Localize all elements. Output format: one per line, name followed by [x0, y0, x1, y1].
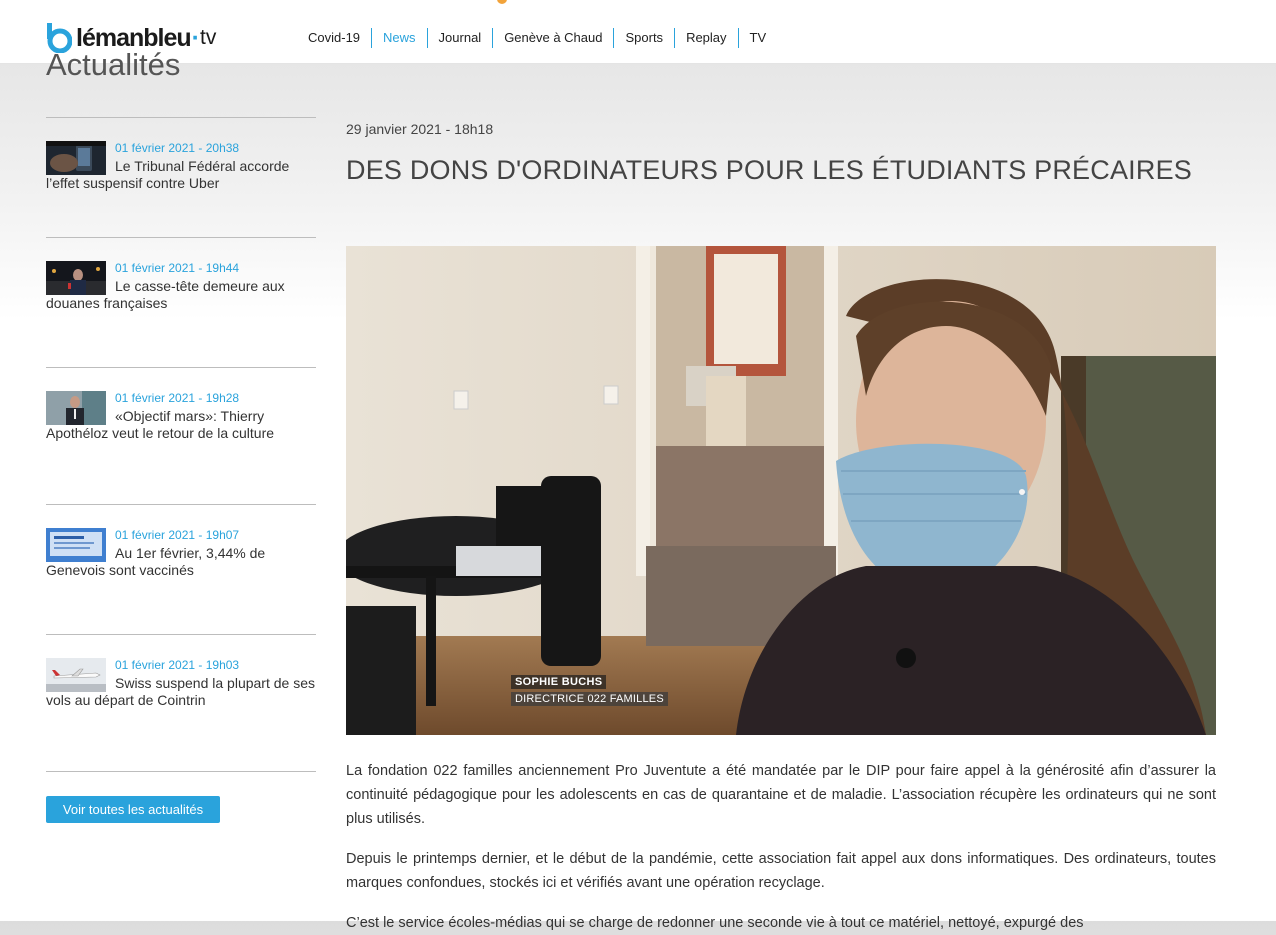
news-date: 01 février 2021 - 19h03 [115, 658, 240, 672]
lower-third-name: SOPHIE BUCHS [511, 675, 607, 689]
news-date: 01 février 2021 - 19h44 [115, 261, 240, 275]
news-title[interactable]: Au 1er février, 3,44% de Genevois sont v… [46, 545, 316, 579]
nav-item-news[interactable]: News [371, 28, 427, 48]
logo-dot: · [191, 23, 200, 52]
article-paragraph: La fondation 022 familles anciennement P… [346, 763, 1216, 827]
news-date: 01 février 2021 - 20h38 [115, 141, 240, 155]
article-video[interactable]: SOPHIE BUCHS DIRECTRICE 022 FAMILLES [346, 246, 1216, 735]
video-lower-third: SOPHIE BUCHS DIRECTRICE 022 FAMILLES [511, 672, 668, 706]
lower-third-role: DIRECTRICE 022 FAMILLES [511, 692, 668, 706]
nav-item-geneve-a-chaud[interactable]: Genève à Chaud [492, 28, 613, 48]
main-nav: Covid-19 News Journal Genève à Chaud Spo… [297, 27, 777, 49]
sidebar-divider [46, 771, 316, 773]
logo-suffix: tv [199, 26, 217, 49]
news-list-item[interactable]: 01 février 2021 - 19h07 Au 1er février, … [46, 504, 316, 635]
news-list-item[interactable]: 01 février 2021 - 19h03 Swiss suspend la… [46, 634, 316, 772]
nav-item-tv[interactable]: TV [737, 28, 778, 48]
news-title[interactable]: Le Tribunal Fédéral accorde l’effet susp… [46, 158, 316, 192]
nav-item-journal[interactable]: Journal [426, 28, 493, 48]
article-paragraph: Depuis le printemps dernier, et le début… [346, 851, 1216, 891]
sidebar-title: Actualités [46, 47, 181, 82]
news-title[interactable]: Le casse-tête demeure aux douanes frança… [46, 278, 316, 312]
nav-item-covid[interactable]: Covid-19 [297, 28, 371, 48]
orange-accent-dot [497, 0, 507, 4]
news-date: 01 février 2021 - 19h07 [115, 528, 240, 542]
see-all-news-button[interactable]: Voir toutes les actualités [46, 796, 220, 823]
article-date: 29 janvier 2021 - 18h18 [346, 121, 494, 137]
nav-item-replay[interactable]: Replay [674, 28, 737, 48]
news-list-item[interactable]: 01 février 2021 - 20h38 Le Tribunal Fédé… [46, 117, 316, 238]
site-header: lémanbleu · tv Covid-19 News Journal Genèv… [0, 12, 1276, 64]
news-title[interactable]: «Objectif mars»: Thierry Apothéloz veut … [46, 408, 316, 442]
nav-item-sports[interactable]: Sports [613, 28, 674, 48]
news-date: 01 février 2021 - 19h28 [115, 391, 240, 405]
article-title: DES DONS D'ORDINATEURS POUR LES ÉTUDIANT… [346, 155, 1192, 185]
news-list-item[interactable]: 01 février 2021 - 19h28 «Objectif mars»:… [46, 367, 316, 505]
news-list-item[interactable]: 01 février 2021 - 19h44 Le casse-tête de… [46, 237, 316, 368]
article-paragraph: C’est le service écoles-médias qui se ch… [346, 915, 1084, 931]
news-title[interactable]: Swiss suspend la plupart de ses vols au … [46, 675, 316, 709]
video-frame-icon [346, 246, 1216, 735]
